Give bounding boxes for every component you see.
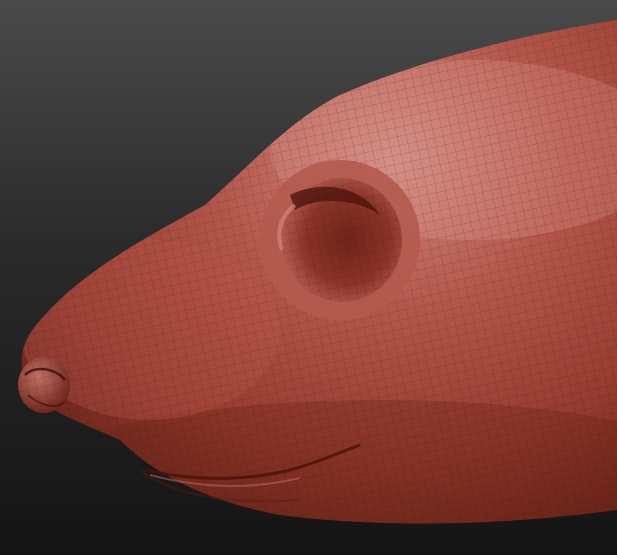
nose	[18, 357, 70, 413]
sculpt-viewport[interactable]	[0, 0, 617, 555]
ear	[260, 160, 420, 320]
sculpt-render	[0, 0, 617, 555]
